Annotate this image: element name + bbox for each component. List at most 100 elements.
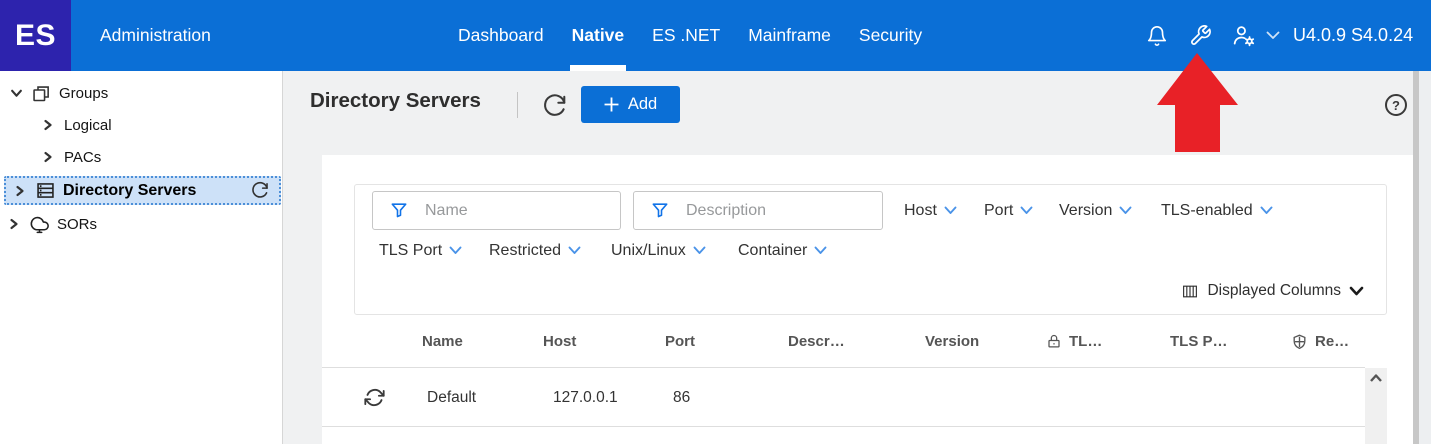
top-navigation-bar: ES Administration Dashboard Native ES .N… <box>0 0 1431 71</box>
tab-label: Dashboard <box>458 25 544 45</box>
tree-item-label: Logical <box>64 116 112 134</box>
chevron-down-icon <box>814 246 827 254</box>
table-scrollbar[interactable] <box>1365 368 1387 444</box>
columns-icon <box>1183 285 1198 297</box>
dropdown-label: TLS-enabled <box>1161 201 1253 219</box>
table-row[interactable]: Default 127.0.0.1 86 <box>322 368 1365 427</box>
groups-icon <box>33 85 49 101</box>
displayed-columns-toggle[interactable]: Displayed Columns <box>1181 273 1364 309</box>
tree-item-label: SORs <box>57 215 98 233</box>
chevron-right-icon[interactable] <box>42 119 54 131</box>
help-button[interactable]: ? <box>1385 94 1407 116</box>
tree-item-groups[interactable]: Groups <box>0 80 283 106</box>
column-label: TL… <box>1069 333 1103 350</box>
dropdown-label: Restricted <box>489 241 562 259</box>
chevron-right-icon[interactable] <box>14 185 26 197</box>
tab-label: ES .NET <box>652 25 721 45</box>
tab-security[interactable]: Security <box>859 0 922 71</box>
filter-panel: Host Port Version TLS-enabled TLS Port R… <box>354 184 1387 315</box>
dropdown-label: TLS Port <box>379 241 443 259</box>
topbar-actions: U4.0.9 S4.0.24 <box>1145 0 1413 71</box>
app-logo-text: ES <box>14 18 57 52</box>
tree-item-label: PACs <box>64 148 102 166</box>
shield-icon <box>1293 334 1306 349</box>
tab-dashboard[interactable]: Dashboard <box>458 0 544 71</box>
refresh-button[interactable] <box>541 93 567 119</box>
container-filter-dropdown[interactable]: Container <box>738 231 827 270</box>
chevron-down-icon <box>1119 206 1132 214</box>
navigation-tree: Groups Logical PACs Directory Servers SO… <box>0 71 283 444</box>
displayed-columns-label: Displayed Columns <box>1207 282 1341 299</box>
dropdown-label: Port <box>984 201 1014 219</box>
column-header-version[interactable]: Version <box>925 315 979 368</box>
tree-item-directory-servers[interactable]: Directory Servers <box>4 176 281 205</box>
page-title: Directory Servers <box>310 89 481 112</box>
column-label: Host <box>543 333 577 350</box>
add-button-label: Add <box>627 95 658 113</box>
chevron-down-icon <box>568 246 581 254</box>
directory-servers-icon <box>37 183 54 198</box>
description-filter-input[interactable] <box>633 191 883 230</box>
column-header-restricted[interactable]: Re… <box>1291 315 1349 368</box>
version-filter-dropdown[interactable]: Version <box>1059 191 1132 230</box>
tls-port-filter-dropdown[interactable]: TLS Port <box>379 231 462 270</box>
tree-item-logical[interactable]: Logical <box>0 112 283 138</box>
chevron-right-icon[interactable] <box>42 151 54 163</box>
dropdown-label: Unix/Linux <box>611 241 686 259</box>
column-header-port[interactable]: Port <box>665 315 695 368</box>
wrench-icon[interactable] <box>1188 24 1212 48</box>
tree-item-sors[interactable]: SORs <box>0 211 283 237</box>
chevron-down-icon[interactable] <box>10 87 23 100</box>
tab-label: Security <box>858 25 923 45</box>
lock-icon <box>1048 334 1060 348</box>
column-header-tls-port[interactable]: TLS P… <box>1170 315 1228 368</box>
name-filter <box>372 191 621 230</box>
tls-enabled-filter-dropdown[interactable]: TLS-enabled <box>1161 191 1273 230</box>
column-header-host[interactable]: Host <box>543 315 576 368</box>
sors-icon <box>30 216 49 233</box>
user-settings-icon[interactable] <box>1230 23 1256 49</box>
tree-item-pacs[interactable]: PACs <box>0 144 283 170</box>
title-divider <box>517 92 518 118</box>
column-header-description[interactable]: Descr… <box>788 315 845 368</box>
sync-row-icon[interactable] <box>364 368 385 427</box>
cell-port: 86 <box>673 388 691 406</box>
bell-icon[interactable] <box>1145 24 1169 48</box>
restricted-filter-dropdown[interactable]: Restricted <box>489 231 581 270</box>
port-filter-dropdown[interactable]: Port <box>984 191 1033 230</box>
cell-name: Default <box>427 388 477 406</box>
page-scrollbar-track[interactable] <box>1419 71 1431 444</box>
name-filter-input[interactable] <box>372 191 621 230</box>
main-tabs: Dashboard Native ES .NET Mainframe Secur… <box>458 0 922 71</box>
chevron-down-icon[interactable] <box>1265 28 1281 44</box>
chevron-right-icon[interactable] <box>8 218 20 230</box>
tab-label: Native <box>571 25 625 45</box>
column-header-name[interactable]: Name <box>422 315 463 368</box>
help-label: ? <box>1392 97 1400 113</box>
plus-icon <box>604 97 619 112</box>
column-label: Port <box>665 333 695 350</box>
column-label: Descr… <box>788 333 845 350</box>
add-button[interactable]: Add <box>581 86 680 123</box>
cell-host: 127.0.0.1 <box>553 388 618 406</box>
chevron-down-icon <box>693 246 706 254</box>
host-filter-dropdown[interactable]: Host <box>904 191 957 230</box>
app-title: Administration <box>100 25 211 45</box>
column-header-tls-enabled[interactable]: TL… <box>1046 315 1102 368</box>
tab-es-net[interactable]: ES .NET <box>652 0 720 71</box>
active-tab-underline <box>569 65 627 71</box>
chevron-down-icon <box>1260 206 1273 214</box>
tab-mainframe[interactable]: Mainframe <box>748 0 831 71</box>
table-header-row: Name Host Port Descr… Version TL… TLS P…… <box>322 315 1365 368</box>
tree-refresh-icon[interactable] <box>250 181 269 205</box>
tree-item-label: Directory Servers <box>63 181 197 199</box>
column-label: Version <box>925 333 980 350</box>
app-logo[interactable]: ES <box>0 0 71 71</box>
dropdown-label: Host <box>904 201 937 219</box>
scroll-up-icon[interactable] <box>1369 373 1383 383</box>
column-label: Re… <box>1315 333 1350 350</box>
description-filter <box>633 191 883 230</box>
tab-native[interactable]: Native <box>569 0 627 71</box>
unix-linux-filter-dropdown[interactable]: Unix/Linux <box>611 231 706 270</box>
tree-item-label: Groups <box>59 84 109 102</box>
